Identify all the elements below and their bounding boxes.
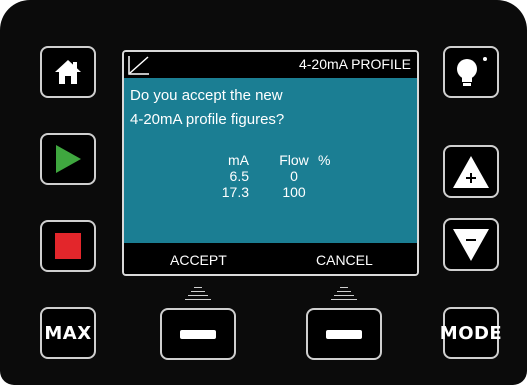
dialog-message: Do you accept the new 4-20mA profile fig… [130, 84, 284, 132]
run-button[interactable] [40, 133, 96, 185]
max-button[interactable]: MAX [40, 307, 96, 359]
message-line-2: 4-20mA profile figures? [130, 111, 285, 128]
info-button[interactable] [443, 46, 499, 98]
dialog-panel: Do you accept the new 4-20mA profile fig… [124, 78, 417, 245]
header-ma: mA [228, 152, 249, 168]
pump-control-panel: MAX MODE 4-20mA PROFILE Do you accept th… [0, 0, 527, 385]
decrease-button[interactable] [443, 218, 499, 271]
left-softkey-button[interactable] [160, 308, 236, 360]
cell-ma: 6.5 [229, 168, 249, 184]
display-screen: 4-20mA PROFILE Do you accept the new 4-2… [122, 50, 419, 276]
home-icon [55, 60, 81, 84]
max-button-label: MAX [44, 322, 92, 344]
softkey-bar-icon [326, 329, 362, 339]
left-softkey-indicator [185, 287, 211, 303]
header-flow: Flow [279, 152, 309, 168]
header-percent: % [318, 152, 331, 168]
table-header-row: mA Flow % [124, 152, 417, 168]
profile-table: mA Flow % 6.5 0 17.3 100 [124, 152, 417, 200]
play-icon [56, 145, 81, 173]
cell-ma: 17.3 [221, 184, 249, 200]
stop-icon [55, 233, 81, 259]
right-softkey-button[interactable] [306, 308, 382, 360]
softkey-bar-icon [180, 329, 216, 339]
lightbulb-icon [457, 57, 487, 86]
right-softkey-indicator [331, 287, 357, 303]
up-plus-icon [453, 155, 489, 188]
accept-softkey-label: ACCEPT [170, 252, 227, 268]
mode-button-label: MODE [439, 322, 503, 344]
down-minus-icon [453, 228, 489, 261]
message-line-1: Do you accept the new [130, 87, 283, 104]
profile-graph-icon [128, 56, 149, 75]
stop-button[interactable] [40, 220, 96, 272]
softkey-bar: ACCEPT CANCEL [124, 243, 417, 274]
cancel-softkey-label: CANCEL [316, 252, 373, 268]
cell-flow: 100 [282, 184, 306, 200]
screen-title-bar: 4-20mA PROFILE [124, 52, 417, 78]
screen-title: 4-20mA PROFILE [298, 56, 411, 72]
table-row: 6.5 0 [124, 168, 417, 184]
cell-flow: 0 [290, 168, 298, 184]
increase-button[interactable] [443, 145, 499, 198]
home-button[interactable] [40, 46, 96, 98]
table-row: 17.3 100 [124, 184, 417, 200]
mode-button[interactable]: MODE [439, 307, 503, 359]
